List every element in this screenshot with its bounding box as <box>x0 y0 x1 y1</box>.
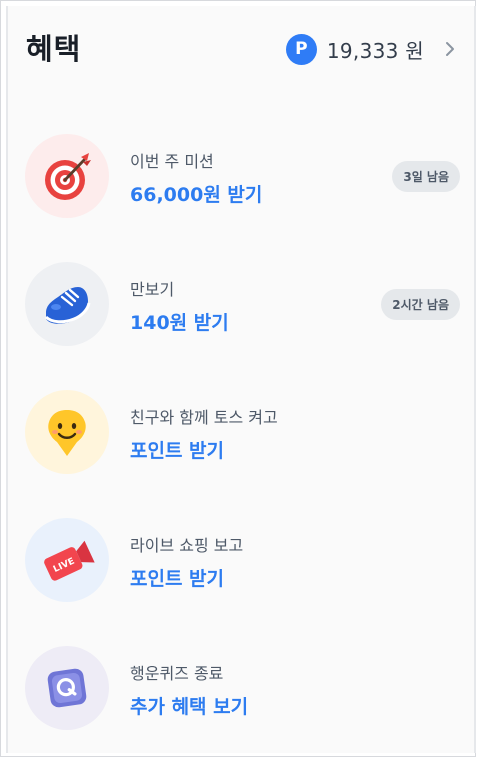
item-label: 행운퀴즈 종료 <box>130 664 224 683</box>
time-remaining-badge: 2시간 남음 <box>381 289 460 320</box>
item-action: 추가 혜택 보기 <box>130 696 249 718</box>
item-label: 만보기 <box>130 280 175 299</box>
item-label: 이번 주 미션 <box>130 152 214 171</box>
item-action: 140원 받기 <box>130 312 229 334</box>
target-dart-icon <box>25 134 109 218</box>
benefit-list: 이번 주 미션 66,000원 받기 3일 남음 만보기 140원 받기 2시간… <box>8 124 474 753</box>
quiz-box-icon <box>25 646 109 730</box>
smiley-pin-icon <box>25 390 109 474</box>
points-balance-button[interactable]: P 19,333 원 <box>285 32 460 66</box>
benefit-item-invite-friends[interactable]: 친구와 함께 토스 켜고 포인트 받기 <box>8 380 474 508</box>
item-action: 66,000원 받기 <box>130 184 263 206</box>
header: 혜택 P 19,333 원 <box>8 6 474 86</box>
item-label: 라이브 쇼핑 보고 <box>130 536 244 555</box>
item-action: 포인트 받기 <box>130 440 225 462</box>
time-remaining-badge: 3일 남음 <box>392 161 460 192</box>
points-value: 19,333 원 <box>326 38 424 63</box>
benefit-item-live-shopping[interactable]: LIVE 라이브 쇼핑 보고 포인트 받기 <box>8 508 474 636</box>
benefit-item-weekly-mission[interactable]: 이번 주 미션 66,000원 받기 3일 남음 <box>8 124 474 252</box>
chevron-right-icon <box>446 42 454 56</box>
points-icon: P <box>285 33 317 65</box>
item-action: 포인트 받기 <box>130 568 225 590</box>
benefit-item-pedometer[interactable]: 만보기 140원 받기 2시간 남음 <box>8 252 474 380</box>
benefits-screen: 혜택 P 19,333 원 이번 주 미션 66,000원 받기 3일 남음 만… <box>6 6 476 753</box>
sneaker-icon <box>25 262 109 346</box>
page-title: 혜택 <box>26 32 82 66</box>
live-camera-icon: LIVE <box>25 518 109 602</box>
item-label: 친구와 함께 토스 켜고 <box>130 408 278 427</box>
screen-frame: 혜택 P 19,333 원 이번 주 미션 66,000원 받기 3일 남음 만… <box>0 0 476 757</box>
benefit-item-lucky-quiz[interactable]: 행운퀴즈 종료 추가 혜택 보기 <box>8 636 474 753</box>
